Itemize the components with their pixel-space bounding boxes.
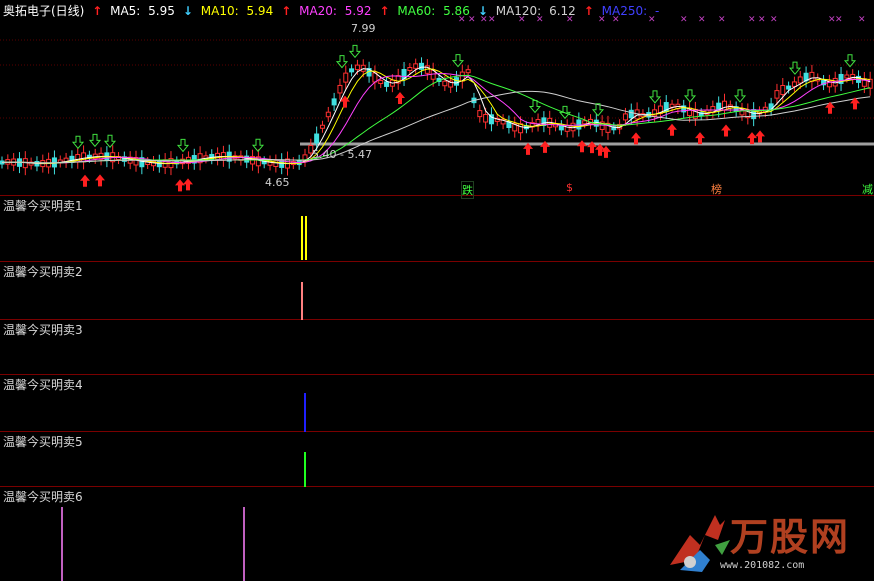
- buy-arrow-icon: [695, 132, 705, 145]
- indicator-panel-1[interactable]: 温馨今买明卖1: [0, 196, 874, 262]
- svg-text:✕: ✕: [648, 15, 656, 25]
- svg-text:✕: ✕: [612, 15, 620, 25]
- high-price-label: 7.99: [351, 22, 376, 35]
- buy-arrow-icon: [755, 130, 765, 143]
- sell-arrow-icon: [348, 44, 362, 59]
- watermark-url: www.201082.com: [720, 560, 805, 571]
- watermark-logo: 万股网 www.201082.com: [660, 500, 874, 581]
- buy-arrow-icon: [183, 178, 193, 191]
- svg-text:✕: ✕: [488, 15, 496, 25]
- low-price-label: 4.65: [265, 176, 290, 189]
- indicator-title: 温馨今买明卖1: [3, 199, 83, 213]
- svg-text:✕: ✕: [536, 15, 544, 25]
- buy-arrow-icon: [95, 174, 105, 187]
- sell-arrow-icon: [683, 89, 697, 103]
- signal-bar: [304, 393, 306, 432]
- svg-text:✕: ✕: [718, 15, 726, 25]
- sell-arrow-icon: [451, 54, 465, 68]
- main-chart-panel[interactable]: 奥拓电子(日线) ↑ MA5: 5.95 ↓ MA10: 5.94 ↑ MA20: …: [0, 0, 874, 199]
- svg-text:✕: ✕: [770, 15, 778, 25]
- event-tag-dollar[interactable]: $: [566, 181, 573, 194]
- svg-text:✕: ✕: [598, 15, 606, 25]
- svg-text:✕: ✕: [680, 15, 688, 25]
- svg-text:✕: ✕: [698, 15, 706, 25]
- signal-bar: [61, 507, 63, 581]
- event-tag-jian[interactable]: 减: [862, 181, 873, 197]
- svg-text:✕: ✕: [858, 15, 866, 25]
- svg-text:✕: ✕: [748, 15, 756, 25]
- buy-arrow-icon: [175, 179, 185, 192]
- indicator-title: 温馨今买明卖6: [3, 490, 83, 504]
- buy-arrow-icon: [667, 123, 677, 136]
- signal-bar: [243, 507, 245, 581]
- event-tag-bang[interactable]: 榜: [711, 181, 722, 197]
- indicator-panel-4[interactable]: 温馨今买明卖4: [0, 375, 874, 432]
- svg-text:✕: ✕: [468, 15, 476, 25]
- buy-arrow-icon: [577, 140, 587, 153]
- sell-arrow-icon: [176, 138, 190, 153]
- sell-arrow-icon: [103, 134, 117, 148]
- indicator-title: 温馨今买明卖3: [3, 323, 83, 337]
- sell-arrow-icon: [733, 89, 747, 103]
- watermark-text: 万股网: [730, 515, 851, 559]
- svg-text:✕: ✕: [480, 15, 488, 25]
- signal-bar: [301, 216, 303, 260]
- buy-arrow-icon: [80, 174, 90, 187]
- indicator-panel-3[interactable]: 温馨今买明卖3: [0, 320, 874, 375]
- svg-text:✕: ✕: [518, 15, 526, 25]
- buy-arrow-icon: [721, 124, 731, 137]
- sell-arrow-icon: [788, 61, 802, 75]
- indicator-panel-5[interactable]: 温馨今买明卖5: [0, 432, 874, 487]
- buy-arrow-icon: [395, 91, 405, 104]
- kline-chart[interactable]: ✕ ✕ ✕ ✕ ✕ ✕ ✕ ✕ ✕ ✕ ✕ ✕ ✕ ✕ ✕ ✕ ✕ ✕ ✕: [0, 0, 874, 196]
- indicator-panel-2[interactable]: 温馨今买明卖2: [0, 262, 874, 320]
- indicator-title: 温馨今买明卖4: [3, 378, 83, 392]
- signal-bar: [305, 216, 307, 260]
- indicator-title: 温馨今买明卖2: [3, 265, 83, 279]
- indicator-title: 温馨今买明卖5: [3, 435, 83, 449]
- range-label: 5.40 - 5.47: [312, 148, 372, 161]
- svg-text:✕: ✕: [566, 15, 574, 25]
- svg-text:✕: ✕: [758, 15, 766, 25]
- sell-arrow-icon: [71, 135, 85, 150]
- sell-arrow-icon: [648, 90, 662, 104]
- sell-arrow-icon: [88, 133, 102, 148]
- signal-bar: [304, 452, 306, 487]
- svg-text:✕: ✕: [835, 15, 843, 25]
- svg-text:✕: ✕: [458, 15, 466, 25]
- buy-arrow-icon: [747, 132, 757, 145]
- signal-bar: [301, 282, 303, 320]
